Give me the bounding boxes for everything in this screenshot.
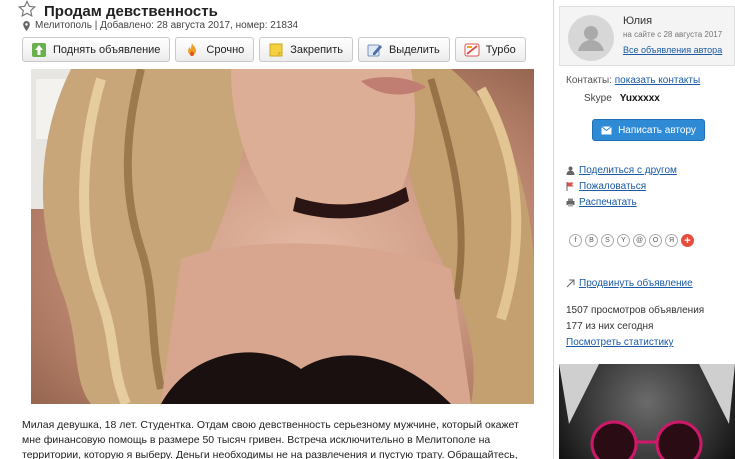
all-author-ads-link[interactable]: Все объявления автора [623, 45, 722, 55]
twitter-icon[interactable]: Y [617, 234, 630, 247]
facebook-icon[interactable]: f [569, 234, 582, 247]
print-link[interactable]: Распечатать [579, 197, 637, 208]
promote-row: Продвинуть объявление [566, 278, 693, 289]
turbo-icon [464, 43, 480, 56]
envelope-icon [601, 125, 612, 134]
related-ad-thumbnail[interactable] [559, 364, 735, 459]
photo-illustration [31, 69, 534, 404]
contacts-row: Контакты: показать контакты [566, 75, 700, 86]
listing-meta: Мелитополь | Добавлено: 28 августа 2017,… [22, 20, 298, 31]
page-title: Продам девственность [44, 3, 218, 20]
print-action[interactable]: Распечатать [566, 194, 677, 210]
share-action[interactable]: Поделиться с другом [566, 162, 677, 178]
skype-row: Skype Yuxxxxx [584, 93, 660, 104]
skype-label: Skype [584, 93, 612, 104]
show-contacts-link[interactable]: показать контакты [615, 75, 700, 86]
yandex-icon[interactable]: Я [665, 234, 678, 247]
odnoklassniki-icon[interactable]: O [649, 234, 662, 247]
views-total: 1507 просмотров объявления [566, 305, 705, 316]
raise-up-icon [32, 42, 46, 57]
flag-icon [566, 181, 574, 191]
avatar [568, 15, 614, 61]
author-card: Юлия на сайте с 28 августа 2017 Все объя… [559, 6, 735, 66]
person-icon [566, 166, 575, 175]
views-today: 177 из них сегодня [566, 321, 654, 332]
sidebar-divider [553, 0, 554, 459]
turbo-button[interactable]: Турбо [454, 37, 526, 62]
thumbnail-illustration [559, 364, 735, 459]
sticky-note-icon [269, 43, 283, 56]
contacts-label: Контакты: [566, 75, 612, 86]
complain-link[interactable]: Пожаловаться [579, 181, 646, 192]
author-since: на сайте с 28 августа 2017 [623, 30, 723, 39]
vkontakte-icon[interactable]: В [585, 234, 598, 247]
write-to-author-button[interactable]: Написать автору [592, 119, 705, 141]
promote-arrow-icon [566, 279, 575, 288]
view-statistics: 1507 просмотров объявления 177 из них се… [566, 303, 704, 351]
promote-listing-link[interactable]: Продвинуть объявление [579, 278, 693, 289]
urgent-button[interactable]: Срочно [175, 37, 255, 62]
listing-toolbar: Поднять объявление Срочно Закрепить Выде… [22, 37, 526, 62]
skype-value: Yuxxxxx [619, 93, 660, 104]
user-silhouette-icon [578, 26, 604, 51]
listing-description: Милая девушка, 18 лет. Студентка. Отдам … [22, 419, 519, 459]
highlight-pen-icon [367, 44, 382, 56]
social-share-icons: f В S Y @ O Я + [569, 234, 694, 247]
listing-actions: Поделиться с другом Пожаловаться Распеча… [566, 162, 677, 210]
mail-icon[interactable]: @ [633, 234, 646, 247]
location-pin-icon [23, 20, 30, 31]
skype-share-icon[interactable]: S [601, 234, 614, 247]
share-link[interactable]: Поделиться с другом [579, 165, 677, 176]
printer-icon [566, 198, 575, 206]
fire-icon [188, 42, 197, 56]
pin-listing-button[interactable]: Закрепить [259, 37, 353, 62]
complain-action[interactable]: Пожаловаться [566, 178, 677, 194]
listing-photo[interactable] [31, 69, 534, 404]
view-statistics-link[interactable]: Посмотреть статистику [566, 337, 674, 348]
highlight-button[interactable]: Выделить [357, 37, 450, 62]
author-name: Юлия [623, 15, 653, 27]
more-share-plus-icon[interactable]: + [681, 234, 694, 247]
listing-meta-text: Мелитополь | Добавлено: 28 августа 2017,… [35, 20, 299, 31]
raise-listing-button[interactable]: Поднять объявление [22, 37, 171, 62]
